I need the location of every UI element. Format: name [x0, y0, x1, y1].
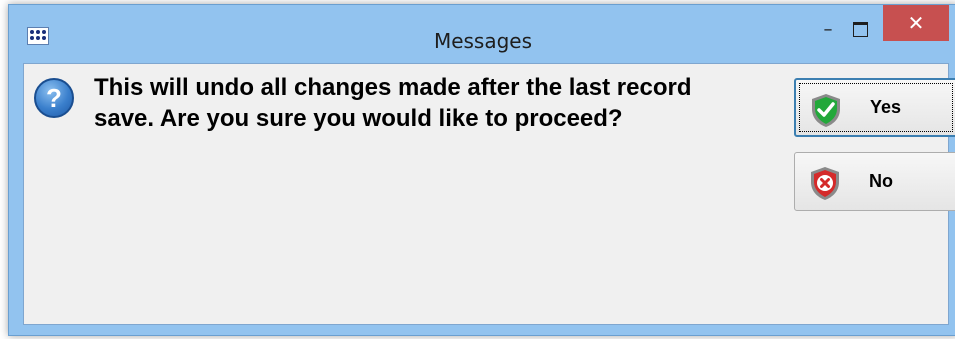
no-button-label: No: [869, 171, 893, 191]
title-bar[interactable]: Messages – ✕: [9, 5, 955, 63]
dialog-content: ? This will undo all changes made after …: [23, 63, 955, 325]
close-button[interactable]: ✕: [883, 5, 949, 41]
minimize-button[interactable]: –: [815, 9, 841, 49]
no-button[interactable]: No: [794, 152, 955, 211]
dialog-message: This will undo all changes made after th…: [94, 74, 692, 132]
message-dialog-window: Messages – ✕ ? This will undo all change…: [8, 4, 955, 336]
yes-button[interactable]: Yes: [794, 78, 955, 137]
yes-button-label: Yes: [870, 97, 902, 117]
minimize-icon: –: [823, 18, 833, 40]
maximize-icon: [852, 21, 868, 37]
window-title: Messages: [433, 29, 533, 53]
close-icon: ✕: [907, 11, 925, 35]
shield-check-icon: [812, 94, 840, 127]
shield-x-icon: [811, 167, 839, 200]
maximize-button[interactable]: [845, 9, 875, 49]
question-icon: ?: [34, 78, 74, 118]
